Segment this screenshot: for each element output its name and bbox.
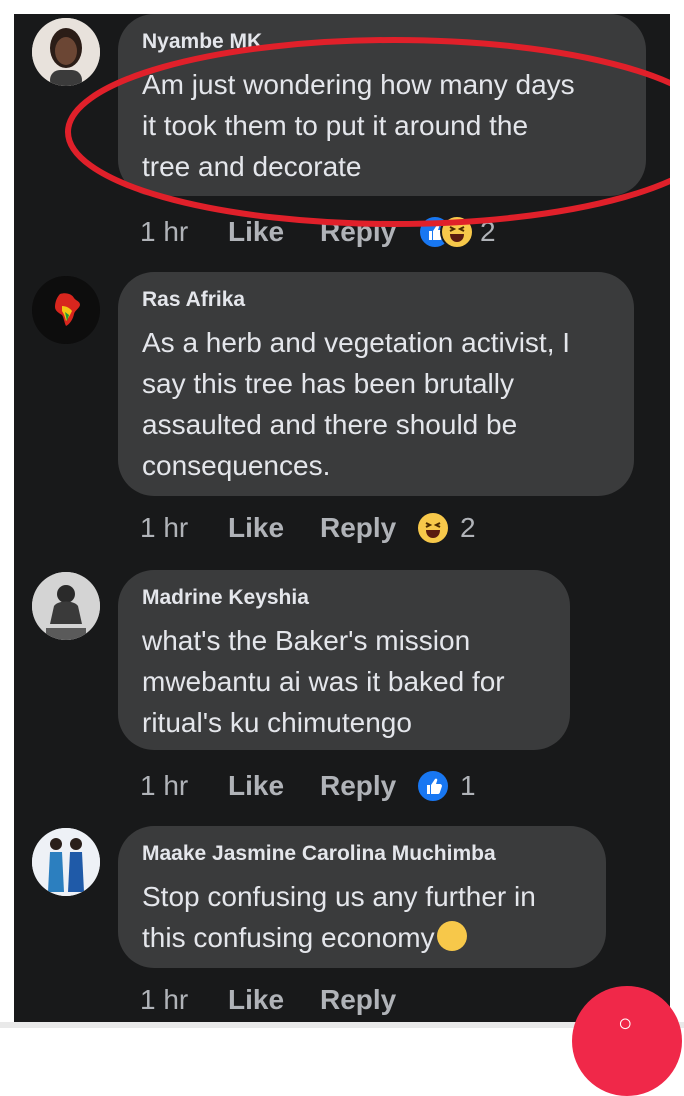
comment-bubble: Nyambe MK Am just wondering how many day…	[118, 14, 646, 196]
comment-bubble: Madrine Keyshia what's the Baker's missi…	[118, 570, 570, 750]
like-button[interactable]: Like	[228, 510, 284, 546]
avatar-ras-afrika[interactable]	[32, 276, 100, 344]
person-photo-icon	[32, 828, 100, 896]
comment-author[interactable]: Ras Afrika	[142, 288, 245, 312]
comment-actions: 1 hr Like Reply	[140, 982, 540, 1018]
africa-logo-icon	[32, 276, 100, 344]
comment-time[interactable]: 1 hr	[140, 510, 188, 546]
haha-icon[interactable]	[440, 215, 474, 249]
person-photo-icon	[32, 572, 100, 640]
like-icon[interactable]	[416, 769, 450, 803]
reaction-count[interactable]: 2	[480, 214, 496, 250]
comment-text: what's the Baker's mission mwebantu ai w…	[142, 625, 505, 738]
like-button[interactable]: Like	[228, 214, 284, 250]
floating-action-button[interactable]	[572, 986, 682, 1096]
person-photo-icon	[32, 18, 100, 86]
haha-icon[interactable]	[416, 511, 450, 545]
reply-button[interactable]: Reply	[320, 768, 396, 804]
avatar-maake-jasmine[interactable]	[32, 828, 100, 896]
comment-text: Stop confusing us any further in this co…	[142, 881, 536, 953]
fab-icon: ○	[618, 1010, 633, 1037]
reaction-count[interactable]: 2	[460, 510, 476, 546]
like-button[interactable]: Like	[228, 768, 284, 804]
comment-time[interactable]: 1 hr	[140, 982, 188, 1018]
laughing-emoji-icon	[436, 921, 467, 951]
comment-text: Am just wondering how many days it took …	[142, 69, 575, 182]
comment-text: As a herb and vegetation activist, I say…	[142, 327, 571, 481]
reply-button[interactable]: Reply	[320, 214, 396, 250]
comment-bubble: Maake Jasmine Carolina Muchimba Stop con…	[118, 826, 606, 968]
comment-author[interactable]: Madrine Keyshia	[142, 586, 309, 610]
avatar-madrine-keyshia[interactable]	[32, 572, 100, 640]
comment-actions: 1 hr Like Reply 2	[140, 214, 540, 250]
comment-time[interactable]: 1 hr	[140, 768, 188, 804]
comments-panel: Nyambe MK Am just wondering how many day…	[14, 14, 670, 1028]
comment-actions: 1 hr Like Reply 2	[140, 510, 540, 546]
reply-button[interactable]: Reply	[320, 982, 396, 1018]
comment-bubble: Ras Afrika As a herb and vegetation acti…	[118, 272, 634, 496]
reaction-count[interactable]: 1	[460, 768, 476, 804]
comment-author[interactable]: Maake Jasmine Carolina Muchimba	[142, 842, 496, 866]
comment-actions: 1 hr Like Reply 1	[140, 768, 540, 804]
like-button[interactable]: Like	[228, 982, 284, 1018]
comment-time[interactable]: 1 hr	[140, 214, 188, 250]
avatar-nyambe-mk[interactable]	[32, 18, 100, 86]
comment-author[interactable]: Nyambe MK	[142, 30, 262, 54]
reply-button[interactable]: Reply	[320, 510, 396, 546]
